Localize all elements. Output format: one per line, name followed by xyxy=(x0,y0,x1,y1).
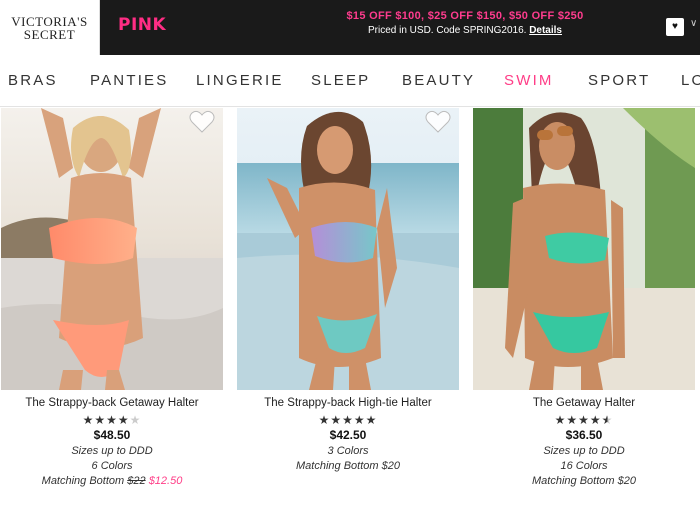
promo-offer: $15 OFF $100, $25 OFF $150, $50 OFF $250 xyxy=(346,10,584,22)
product-info: The Strappy-back Getaway Halter ★★★★★ $4… xyxy=(0,397,243,487)
promo-code-text: Priced in USD. Code SPRING2016. xyxy=(368,25,527,36)
nav-item-panties[interactable]: PANTIES xyxy=(90,72,168,89)
victorias-secret-logo[interactable]: VICTORIA'S SECRET xyxy=(0,0,100,55)
pink-brand-link[interactable]: PINK xyxy=(118,15,166,35)
matching-bottom[interactable]: Matching Bottom $20 xyxy=(217,460,479,472)
sale-price: $12.50 xyxy=(148,475,183,487)
wishlist-heart-icon[interactable] xyxy=(425,110,451,134)
nav-item-lingerie[interactable]: LINGERIE xyxy=(196,72,284,89)
product-name[interactable]: The Strappy-back Getaway Halter xyxy=(0,397,243,409)
nav-item-beauty[interactable]: BEAUTY xyxy=(402,72,475,89)
star-rating: ★★★★★ xyxy=(318,413,378,427)
color-count: 16 Colors xyxy=(560,460,608,472)
wishlist-heart-icon[interactable] xyxy=(189,110,215,134)
size-range: Sizes up to DDD xyxy=(71,445,153,457)
matching-bottom[interactable]: Matching Bottom $22 $12.50 xyxy=(0,475,243,487)
promo-details-line: Priced in USD. Code SPRING2016. Details xyxy=(300,25,630,36)
nav-item-sport[interactable]: SPORT xyxy=(588,72,650,89)
nav-item-sleep[interactable]: SLEEP xyxy=(311,72,370,89)
top-bar: VICTORIA'S SECRET PINK $15 OFF $100, $25… xyxy=(0,0,700,55)
shopping-bag-icon[interactable]: ♥ xyxy=(666,18,684,36)
product-image[interactable] xyxy=(473,108,695,390)
star-rating: ★★★★★ xyxy=(554,413,614,427)
product-price: $48.50 xyxy=(93,428,131,442)
promo-banner: $15 OFF $100, $25 OFF $150, $50 OFF $250… xyxy=(300,10,630,36)
matching-bottom-label: Matching Bottom xyxy=(41,475,125,487)
color-count: 3 Colors xyxy=(327,445,369,457)
logo-line-1: VICTORIA'S xyxy=(11,13,88,29)
nav-item-swim[interactable]: SWIM xyxy=(504,72,554,89)
promo-details-link[interactable]: Details xyxy=(529,25,562,36)
logo-line-2: SECRET xyxy=(23,26,76,42)
product-price: $42.50 xyxy=(329,428,367,442)
nav-item-bras[interactable]: BRAS xyxy=(8,72,58,89)
matching-bottom[interactable]: Matching Bottom $20 xyxy=(453,475,700,487)
product-info: The Getaway Halter ★★★★★ $36.50 Sizes up… xyxy=(453,397,700,487)
product-name[interactable]: The Strappy-back High-tie Halter xyxy=(217,397,479,409)
product-price: $36.50 xyxy=(565,428,603,442)
size-range: Sizes up to DDD xyxy=(543,445,625,457)
star-rating: ★★★★★ xyxy=(82,413,142,427)
chevron-down-icon[interactable]: ∨ xyxy=(690,18,697,29)
original-price: $22 xyxy=(127,475,146,487)
product-image[interactable] xyxy=(237,108,459,390)
nav-item-lo[interactable]: LO xyxy=(681,72,700,89)
product-image[interactable] xyxy=(1,108,223,390)
category-nav: BRAS PANTIES LINGERIE SLEEP BEAUTY SWIM … xyxy=(0,55,700,107)
color-count: 6 Colors xyxy=(91,460,133,472)
product-name[interactable]: The Getaway Halter xyxy=(453,397,700,409)
product-info: The Strappy-back High-tie Halter ★★★★★ $… xyxy=(217,397,479,472)
